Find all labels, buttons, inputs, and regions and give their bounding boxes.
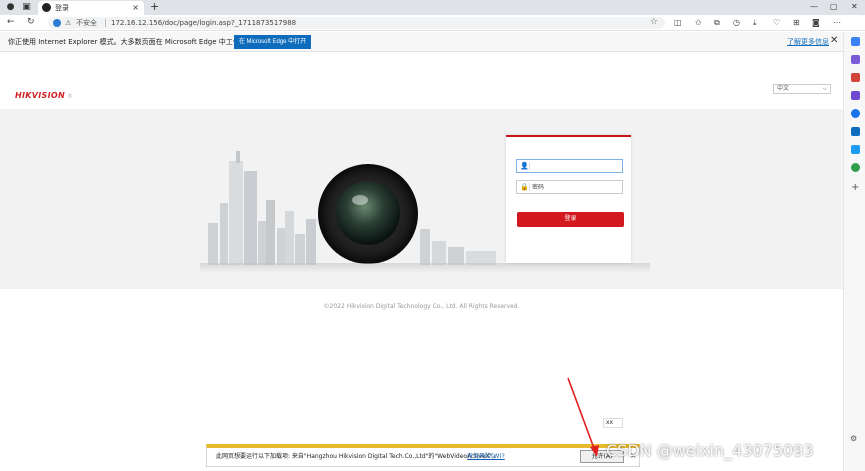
infobar-close-icon[interactable]: ✕: [830, 35, 838, 47]
reading-view-icon[interactable]: ◫: [674, 17, 682, 28]
downloads-icon[interactable]: ⤓: [753, 17, 757, 28]
drop-sidebar-icon[interactable]: [851, 145, 860, 154]
collections-icon[interactable]: ⧉: [714, 17, 720, 28]
login-page: HIKVISION ® 中文 ⌵ 👤 🔒 登录 ©2022 Hikvision …: [0, 53, 843, 471]
language-value: 中文: [777, 85, 790, 92]
username-input[interactable]: [532, 161, 620, 171]
edge-sidebar: +: [843, 32, 865, 471]
hikvision-favicon-icon: [42, 3, 51, 12]
csdn-watermark: CSDN @weixin_43075093: [606, 441, 814, 460]
settings-more-icon[interactable]: ⋯: [833, 17, 841, 28]
window-close-icon[interactable]: ✕: [851, 2, 858, 12]
activex-message: 此网页想要运行以下加载项: 来自"Hangzhou Hikvision Digi…: [216, 453, 499, 460]
outlook-sidebar-icon[interactable]: [851, 127, 860, 136]
warning-icon: ⚠: [65, 19, 72, 27]
maximize-icon[interactable]: ▢: [830, 2, 838, 12]
skyline-reflection: [200, 263, 650, 273]
tab-actions-icon[interactable]: ▣: [21, 2, 32, 13]
url-text[interactable]: 172.16.12.156/doc/page/login.asp?_171187…: [111, 18, 296, 28]
password-separator: [529, 183, 530, 191]
new-tab-icon[interactable]: +: [150, 1, 159, 13]
open-in-edge-button[interactable]: 在 Microsoft Edge 中打开: [234, 35, 311, 49]
username-separator: [529, 162, 530, 170]
login-button[interactable]: 登录: [517, 212, 624, 227]
camera-lens-glass: [336, 181, 400, 245]
not-secure-label[interactable]: 不安全: [76, 18, 97, 28]
hikvision-logo: HIKVISION ®: [15, 91, 73, 100]
history-icon[interactable]: ◷: [733, 17, 740, 28]
tab-title: 登录: [55, 4, 69, 12]
tab-login[interactable]: 登录 ×: [38, 1, 144, 15]
tab-close-icon[interactable]: ×: [132, 2, 139, 13]
ime-indicator[interactable]: xx: [603, 418, 623, 428]
learn-more-link[interactable]: 了解更多信息: [787, 37, 829, 47]
title-bar: ● ▣ 登录 × + — ▢ ✕: [0, 0, 865, 15]
sidebar-settings-icon[interactable]: ⚙: [850, 434, 857, 443]
m365-sidebar-icon[interactable]: [851, 109, 860, 118]
password-input[interactable]: [532, 182, 620, 192]
logo-registered-mark: ®: [66, 93, 74, 100]
games-sidebar-icon[interactable]: [851, 91, 860, 100]
language-select[interactable]: 中文 ⌵: [773, 84, 831, 94]
lock-icon: 🔒: [520, 183, 529, 191]
login-card: 👤 🔒 登录: [506, 135, 631, 263]
favorite-star-icon[interactable]: ☆: [650, 17, 658, 28]
tree-sidebar-icon[interactable]: [851, 163, 860, 172]
address-bar-row: ← ↻ ⚠ 不安全 172.16.12.156/doc/page/login.a…: [0, 15, 865, 31]
activex-risk-link[interactable]: 有何风险(W)?: [467, 452, 505, 462]
copyright-text: ©2022 Hikvision Digital Technology Co., …: [323, 303, 520, 310]
favorites-icon[interactable]: ✩: [695, 17, 702, 28]
ie-mode-infobar: 你正使用 Internet Explorer 模式。大多数页面在 Microso…: [0, 32, 843, 52]
refresh-icon[interactable]: ↻: [27, 17, 35, 28]
password-field[interactable]: 🔒: [516, 180, 623, 194]
username-field[interactable]: 👤: [516, 159, 623, 173]
chevron-down-icon: ⌵: [822, 85, 827, 92]
minimize-icon[interactable]: —: [810, 2, 818, 12]
performance-icon[interactable]: ♡: [773, 17, 780, 28]
add-sidebar-icon[interactable]: +: [851, 183, 860, 193]
camera-lens-glint: [352, 195, 368, 205]
ime-text: xx: [606, 419, 614, 426]
profile-icon[interactable]: ●: [5, 2, 16, 13]
address-separator: [105, 19, 106, 27]
back-icon[interactable]: ←: [7, 17, 15, 28]
toolbox-sidebar-icon[interactable]: [851, 73, 860, 82]
address-bar[interactable]: ⚠ 不安全 172.16.12.156/doc/page/login.asp?_…: [48, 17, 665, 29]
activex-notification-bar: 此网页想要运行以下加载项: 来自"Hangzhou Hikvision Digi…: [206, 444, 640, 467]
browser-essentials-icon[interactable]: ◙: [812, 17, 820, 28]
tag-sidebar-icon[interactable]: [851, 55, 860, 64]
apps-icon[interactable]: ⊞: [793, 17, 800, 28]
ie-mode-icon[interactable]: [53, 19, 61, 27]
logo-text: HIKVISION: [15, 91, 65, 100]
user-icon: 👤: [520, 162, 529, 170]
search-sidebar-icon[interactable]: [851, 37, 860, 46]
